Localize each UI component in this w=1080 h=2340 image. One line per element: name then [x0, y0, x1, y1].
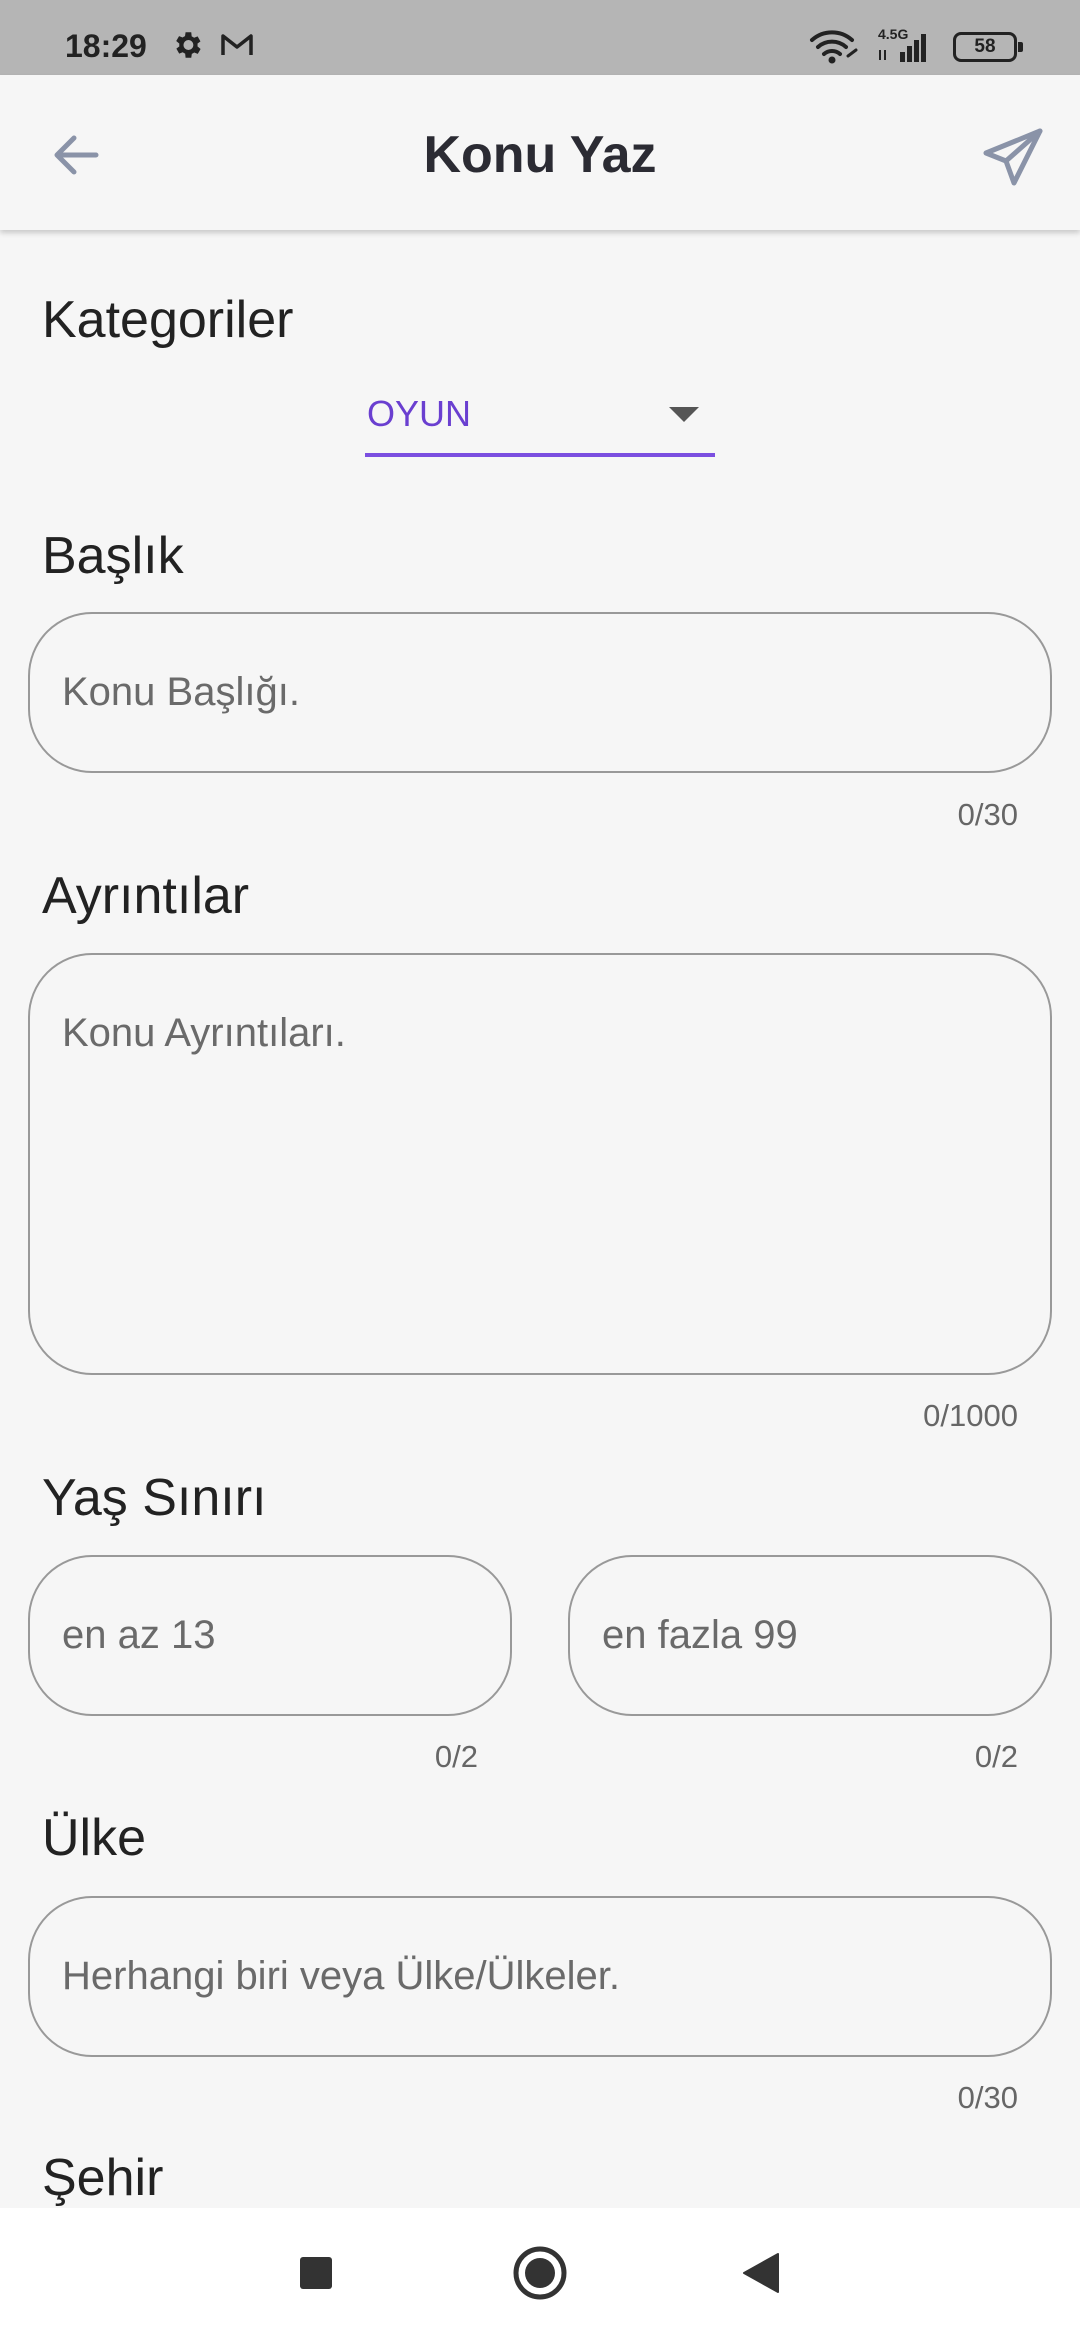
paper-plane-icon — [983, 128, 1043, 186]
mail-icon — [220, 32, 254, 63]
title-label: Başlık — [42, 527, 184, 585]
title-placeholder: Konu Başlığı. — [62, 670, 300, 714]
city-label: Şehir — [42, 2149, 164, 2207]
app-bar: Konu Yaz — [0, 75, 1080, 230]
details-textarea[interactable]: Konu Ayrıntıları. — [28, 953, 1052, 1375]
title-input[interactable]: Konu Başlığı. — [28, 612, 1052, 773]
square-icon — [300, 2257, 332, 2289]
recent-apps-button[interactable] — [298, 2255, 334, 2296]
details-placeholder: Konu Ayrıntıları. — [62, 1011, 346, 1055]
details-counter: 0/1000 — [923, 1398, 1018, 1433]
wifi-icon — [808, 28, 860, 69]
back-nav-button[interactable] — [742, 2252, 780, 2299]
home-button[interactable] — [512, 2245, 568, 2306]
circle-icon — [513, 2246, 567, 2300]
country-counter: 0/30 — [957, 2080, 1018, 2115]
age-min-placeholder: en az 13 — [62, 1613, 216, 1657]
status-time: 18:29 — [65, 28, 147, 64]
triangle-back-icon — [743, 2253, 779, 2293]
caret-down-icon — [669, 407, 699, 428]
categories-label: Kategoriler — [42, 291, 294, 349]
system-nav-bar — [0, 2208, 1080, 2340]
status-bar: 18:29 4.5G 58 — [0, 0, 1080, 75]
signal-icon — [876, 26, 938, 71]
battery-icon: 58 — [953, 32, 1023, 62]
title-counter: 0/30 — [957, 797, 1018, 832]
country-label: Ülke — [42, 1809, 147, 1867]
age-min-input[interactable]: en az 13 — [28, 1555, 512, 1716]
page-title: Konu Yaz — [423, 126, 657, 184]
age-min-counter: 0/2 — [434, 1739, 478, 1774]
age-limit-label: Yaş Sınırı — [42, 1469, 267, 1527]
age-max-counter: 0/2 — [974, 1739, 1018, 1774]
details-label: Ayrıntılar — [42, 867, 250, 925]
category-dropdown[interactable]: OYUN — [365, 385, 715, 457]
age-max-input[interactable]: en fazla 99 — [568, 1555, 1052, 1716]
country-placeholder: Herhangi biri veya Ülke/Ülkeler. — [62, 1954, 621, 1998]
category-selected-value: OYUN — [367, 393, 472, 434]
gear-icon — [170, 28, 204, 67]
send-button[interactable] — [982, 125, 1046, 189]
screen: 18:29 4.5G 58 Konu Yaz Kategoriler OYUN … — [0, 0, 1080, 2340]
age-max-placeholder: en fazla 99 — [602, 1613, 798, 1657]
country-input[interactable]: Herhangi biri veya Ülke/Ülkeler. — [28, 1896, 1052, 2057]
